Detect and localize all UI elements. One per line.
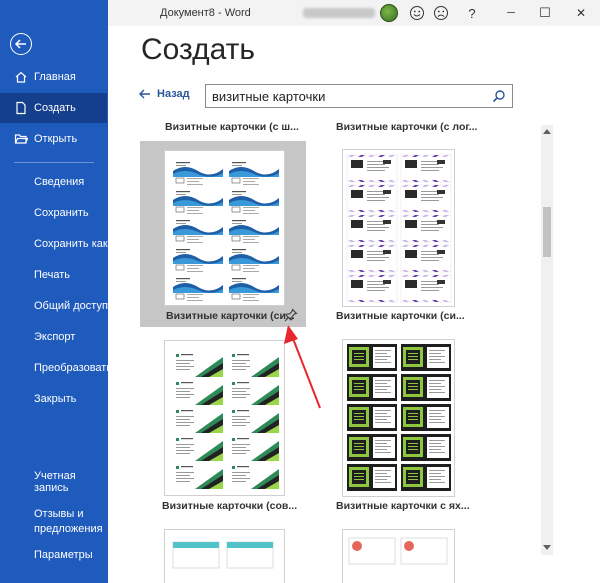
smile-icon[interactable]	[406, 2, 428, 24]
sidebar-item-label: Создать	[34, 102, 76, 114]
template-thumbnail[interactable]	[342, 529, 455, 583]
back-arrow-icon[interactable]	[10, 33, 32, 55]
sidebar-item-transform[interactable]: Преобразовать	[0, 353, 112, 383]
sidebar-item-home[interactable]: Главная	[0, 62, 108, 92]
sidebar-item-close[interactable]: Закрыть	[0, 384, 108, 414]
sidebar-item-feedback[interactable]: Отзывы и предложения	[0, 503, 108, 539]
sidebar-item-label: Преобразовать	[34, 362, 113, 374]
teal-cards-preview	[172, 541, 274, 569]
template-label: Визитные карточки (си...	[166, 310, 295, 322]
minimize-button[interactable]: ─	[500, 2, 522, 24]
sidebar-item-label: Закрыть	[34, 393, 77, 405]
sidebar-item-label: Сохранить	[34, 207, 89, 219]
search-input[interactable]	[212, 88, 482, 104]
search-icon[interactable]	[492, 89, 506, 103]
scroll-up-icon[interactable]	[541, 125, 553, 137]
help-button[interactable]: ?	[461, 2, 483, 24]
new-document-icon	[14, 101, 28, 115]
close-button[interactable]: ✕	[570, 2, 592, 24]
sidebar-item-share[interactable]: Общий доступ	[0, 291, 108, 321]
template-tile[interactable]: Визитные карточки (си...	[140, 141, 306, 327]
green-diagonal-cards-preview	[173, 351, 279, 489]
template-label: Визитные карточки с ях...	[336, 500, 470, 512]
template-label: Визитные карточки (сов...	[162, 500, 298, 512]
frown-icon[interactable]	[430, 2, 452, 24]
sidebar-item-save[interactable]: Сохранить	[0, 198, 108, 228]
sidebar-item-label: предложения	[34, 523, 103, 535]
sidebar-item-new[interactable]: Создать	[0, 93, 107, 123]
template-tile[interactable]: Визитные карточки с ях...	[317, 334, 483, 520]
scrollbar-thumb[interactable]	[543, 207, 551, 257]
sidebar-item-label: Главная	[34, 71, 76, 83]
sidebar-item-label: Открыть	[34, 133, 78, 145]
purple-stripe-cards-preview	[346, 154, 452, 303]
sidebar-divider	[14, 162, 94, 163]
template-label: Визитные карточки (си...	[336, 310, 465, 322]
template-label: Визитные карточки (с ш...	[165, 121, 299, 133]
vertical-scrollbar[interactable]	[541, 125, 553, 555]
scroll-down-icon[interactable]	[541, 542, 553, 554]
sidebar-item-print[interactable]: Печать	[0, 260, 108, 290]
window-title: Документ8 - Word	[160, 7, 251, 19]
sidebar-item-label: Общий доступ	[34, 300, 108, 312]
red-floral-cards-preview	[348, 537, 448, 565]
sidebar-item-label: Параметры	[34, 549, 93, 561]
template-tile[interactable]: Визитные карточки (си...	[317, 141, 483, 327]
home-icon	[14, 70, 28, 84]
sidebar-item-export[interactable]: Экспорт	[0, 322, 108, 352]
template-tile[interactable]: Визитные карточки (сов...	[140, 334, 306, 520]
search-field[interactable]	[205, 84, 513, 108]
sidebar-item-account[interactable]: Учетная запись	[0, 467, 108, 497]
sidebar-item-label: Печать	[34, 269, 71, 281]
avatar[interactable]	[380, 4, 398, 22]
arrow-left-icon	[139, 89, 150, 99]
maximize-button[interactable]: ☐	[534, 2, 556, 24]
sidebar-item-options[interactable]: Параметры	[0, 540, 108, 570]
sidebar-item-label: Учетная запись	[34, 470, 76, 494]
title-bar: Документ8 - Word ? ─ ☐ ✕	[108, 0, 600, 26]
sidebar-item-label: Отзывы и	[34, 508, 84, 520]
template-thumbnail[interactable]	[164, 529, 285, 583]
page-title: Создать	[141, 33, 256, 66]
template-thumbnail	[164, 150, 285, 306]
pin-icon[interactable]	[284, 308, 298, 327]
backstage-sidebar: Главная Создать Открыть Сведения Сохрани…	[0, 0, 112, 583]
lime-logo-cards-preview	[347, 344, 451, 491]
user-name-blurred	[303, 8, 375, 18]
sidebar-item-info[interactable]: Сведения	[0, 167, 108, 197]
template-label: Визитные карточки (с лог...	[336, 121, 478, 133]
back-button[interactable]: Назад	[139, 88, 190, 100]
sidebar-item-label: Сохранить как	[34, 238, 108, 250]
sidebar-item-label: Сведения	[34, 176, 85, 188]
sidebar-item-save-as[interactable]: Сохранить как	[0, 229, 108, 259]
sidebar-item-open[interactable]: Открыть	[0, 124, 108, 154]
template-thumbnail	[164, 340, 285, 496]
template-thumbnail	[342, 339, 455, 497]
sidebar-item-label: Экспорт	[34, 331, 76, 343]
template-thumbnail	[342, 149, 455, 307]
blue-wave-cards-preview	[173, 159, 279, 301]
folder-open-icon	[14, 132, 29, 146]
back-label: Назад	[157, 88, 190, 100]
